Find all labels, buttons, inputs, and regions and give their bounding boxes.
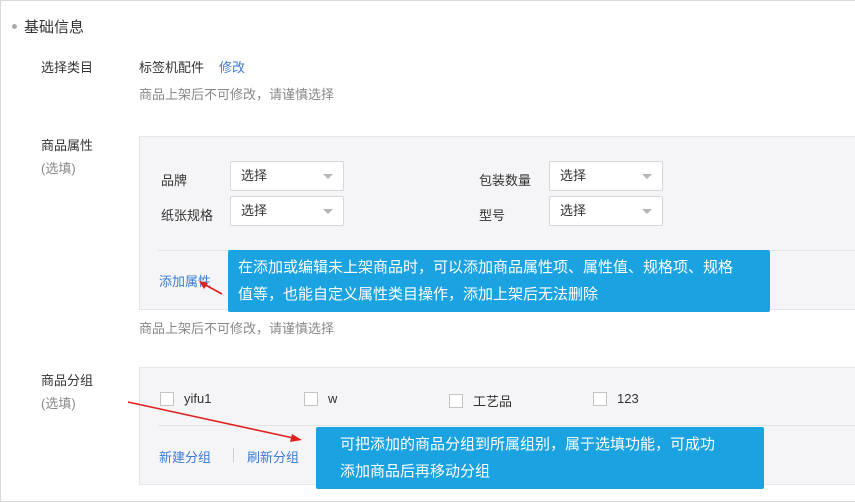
- annotation-arrows: [127, 281, 302, 442]
- red-arrow-icon: [199, 281, 223, 295]
- red-arrow-icon: [127, 401, 302, 442]
